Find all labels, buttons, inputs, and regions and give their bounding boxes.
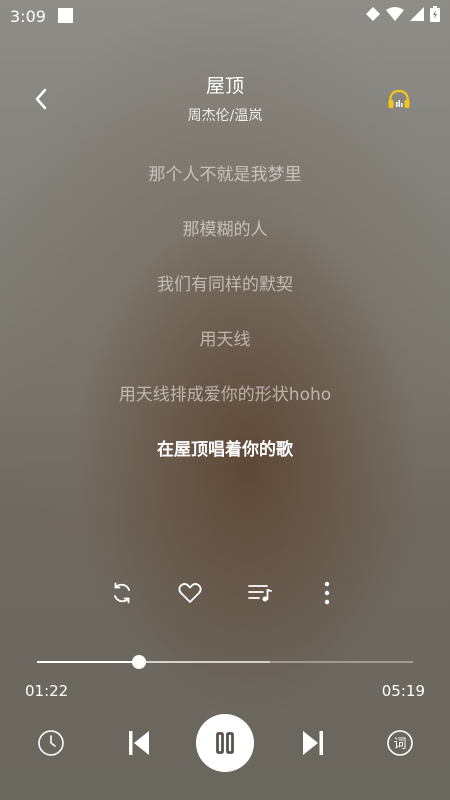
player-header: 屋顶 周杰伦/温岚 <box>0 60 450 130</box>
lyric-line: 那个人不就是我梦里 <box>148 165 302 185</box>
notification-icon <box>58 8 73 23</box>
previous-button[interactable] <box>122 726 156 760</box>
lyric-line: 用天线 <box>199 330 251 350</box>
more-vertical-icon <box>324 581 330 605</box>
headphones-icon <box>388 89 410 108</box>
wifi-icon <box>386 7 404 21</box>
lyric-icon: 词 <box>387 730 413 756</box>
next-button[interactable] <box>296 726 330 760</box>
lyric-icon-glyph: 词 <box>393 737 406 752</box>
lyric-line: 用天线排成爱你的形状hoho <box>118 385 332 405</box>
playlist-icon <box>248 585 272 602</box>
sleep-timer-button[interactable] <box>34 726 68 760</box>
lyric-toggle-button[interactable]: 词 <box>383 726 417 760</box>
lyric-line-current: 在屋顶唱着你的歌 <box>157 440 293 460</box>
like-button[interactable] <box>172 575 208 611</box>
play-pause-button[interactable] <box>196 714 254 772</box>
lyrics-panel[interactable]: 那个人不就是我梦里 那模糊的人 我们有同样的默契 用天线 用天线排成爱你的形状h… <box>0 145 450 475</box>
song-artist: 周杰伦/温岚 <box>187 108 263 124</box>
skip-previous-icon <box>129 731 149 755</box>
song-title: 屋顶 <box>205 75 244 97</box>
status-icons <box>366 6 440 22</box>
signal-diamond-icon <box>366 7 380 21</box>
repeat-mode-button[interactable] <box>104 575 140 611</box>
lyric-line: 那模糊的人 <box>182 220 268 240</box>
current-time: 01:22 <box>25 682 69 700</box>
action-row <box>0 575 450 611</box>
battery-charging-icon <box>430 6 440 22</box>
more-options-button[interactable] <box>309 575 345 611</box>
repeat-icon <box>114 582 130 604</box>
status-time: 3:09 <box>10 7 46 26</box>
progress-slider[interactable] <box>37 655 413 669</box>
progress-thumb[interactable] <box>131 655 146 669</box>
status-bar: 3:09 <box>0 0 450 32</box>
headphone-button[interactable] <box>386 86 412 112</box>
progress-played <box>37 661 139 663</box>
pause-icon <box>216 732 234 754</box>
skip-next-icon <box>303 731 323 755</box>
playlist-button[interactable] <box>242 575 278 611</box>
heart-icon <box>178 583 202 603</box>
lyric-line: 我们有同样的默契 <box>157 275 293 295</box>
total-time: 05:19 <box>381 682 425 700</box>
playback-controls: 词 <box>0 714 450 772</box>
clock-icon <box>38 730 64 756</box>
cell-signal-icon <box>410 7 424 21</box>
